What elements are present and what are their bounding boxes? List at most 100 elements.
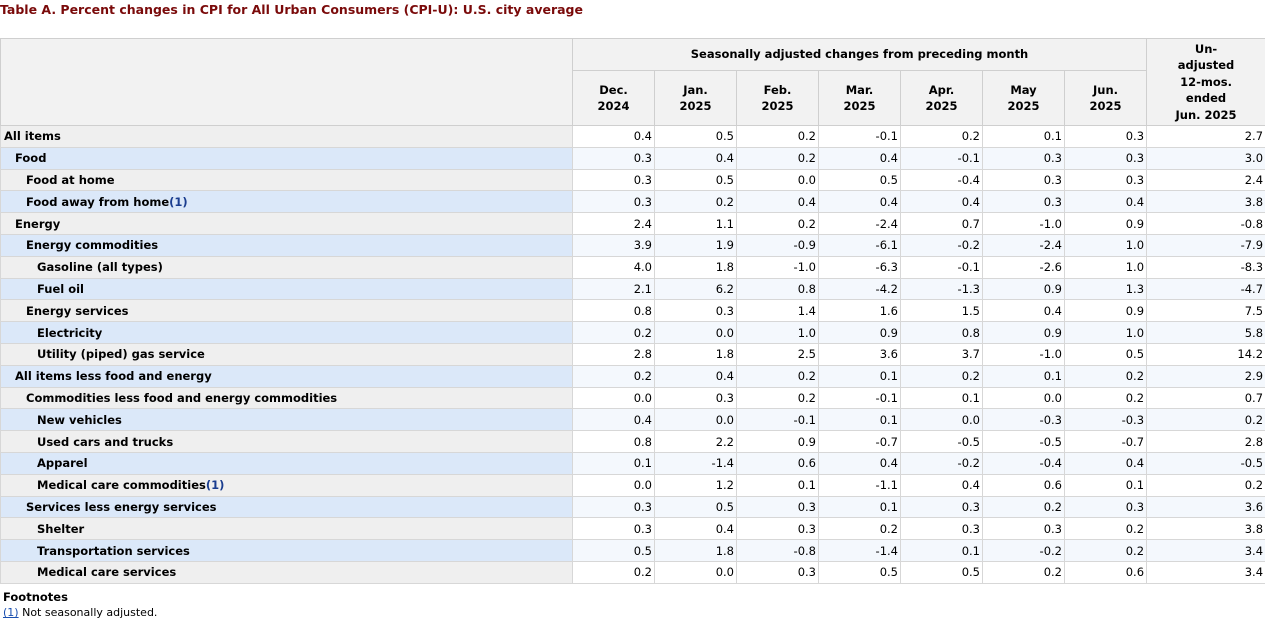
row-label: Food away from home(1) (0, 190, 573, 214)
monthly-change-cell: 0.2 (982, 560, 1065, 584)
table-row: Commodities less food and energy commodi… (0, 386, 1265, 410)
monthly-change-cell: 0.1 (818, 495, 901, 519)
table-row: Electricity 0.2 0.0 1.0 0.9 0.8 0.9 1.0 5.8 (0, 321, 1265, 344)
month-header: Jun. 2025 (1063, 70, 1148, 126)
monthly-change-cell: 0.3 (572, 517, 655, 541)
month-header-month: Apr. (928, 82, 955, 97)
table-row: Fuel oil 2.1 6.2 0.8 -4.2 -1.3 0.9 1.3 -4.7 (0, 277, 1265, 301)
row-label-text: Commodities less food and energy commodi… (26, 390, 338, 405)
monthly-change-cell: 1.4 (736, 299, 819, 323)
month-header: Mar. 2025 (818, 70, 901, 126)
monthly-change-cell: 0.4 (1063, 451, 1148, 475)
monthly-change-cell: 0.2 (818, 517, 901, 541)
row-label-text: All items (4, 129, 61, 144)
row-label: Apparel (0, 451, 573, 475)
table-row: Gasoline (all types) 4.0 1.8 -1.0 -6.3 -0.1 -2… (0, 255, 1265, 279)
month-header-month: Mar. (845, 82, 874, 97)
monthly-change-cell: 0.3 (982, 517, 1065, 541)
unadjusted-12mo-cell: 3.8 (1146, 190, 1265, 214)
monthly-change-cell: 0.8 (572, 430, 655, 453)
table-row: Energy 2.4 1.1 0.2 -2.4 0.7 -1.0 0.9 -0.8 (0, 212, 1265, 235)
monthly-change-cell: 2.4 (572, 212, 655, 235)
monthly-change-cell: -1.0 (982, 342, 1065, 366)
row-label: Medical care commodities(1) (0, 473, 573, 497)
monthly-change-cell: 0.3 (1063, 125, 1148, 148)
footnote-reference[interactable]: (1) (169, 195, 188, 209)
monthly-change-cell: -1.4 (818, 539, 901, 562)
monthly-change-cell: 0.6 (982, 473, 1065, 497)
monthly-change-cell: 0.4 (900, 473, 983, 497)
table-row: Apparel 0.1 -1.4 0.6 0.4 -0.2 -0.4 0.4 -0.5 (0, 451, 1265, 475)
table-row: Medical care services 0.2 0.0 0.3 0.5 0.5 0.2 0… (0, 560, 1265, 584)
monthly-change-cell: 0.1 (572, 451, 655, 475)
monthly-change-cell: -0.8 (736, 539, 819, 562)
monthly-change-cell: 2.1 (572, 277, 655, 301)
month-header-month: May (1010, 82, 1037, 97)
monthly-change-cell: 0.3 (572, 168, 655, 192)
monthly-change-cell: 0.1 (736, 473, 819, 497)
monthly-change-cell: 0.1 (818, 408, 901, 432)
cpi-table: Seasonally adjusted changes from precedi… (0, 38, 1265, 584)
footnote-reference[interactable]: (1) (206, 478, 225, 492)
month-header-year: 2024 (597, 99, 630, 113)
unadjusted-12mo-cell: 3.0 (1146, 146, 1265, 170)
monthly-change-cell: 0.2 (1063, 539, 1148, 562)
monthly-change-cell: -0.2 (900, 233, 983, 257)
row-label: Utility (piped) gas service (0, 342, 573, 366)
row-label: Services less energy services (0, 495, 573, 519)
row-label: Electricity (0, 321, 573, 344)
monthly-change-cell: 0.5 (818, 168, 901, 192)
row-label: Fuel oil (0, 277, 573, 301)
monthly-change-cell: 0.3 (736, 517, 819, 541)
monthly-change-cell: 0.9 (736, 430, 819, 453)
unadjusted-12mo-cell: 3.6 (1146, 495, 1265, 519)
monthly-change-cell: 0.3 (1063, 495, 1148, 519)
monthly-change-cell: 0.4 (818, 451, 901, 475)
table-body: All items 0.4 0.5 0.2 -0.1 0.2 0.1 0.3 2.7 Food 0.… (0, 125, 1265, 584)
table-row: Food at home 0.3 0.5 0.0 0.5 -0.4 0.3 0.3 2.4 (0, 168, 1265, 192)
monthly-change-cell: 0.9 (982, 321, 1065, 344)
monthly-change-cell: 1.8 (654, 255, 737, 279)
unadjusted-12mo-cell: 5.8 (1146, 321, 1265, 344)
row-label-text: Apparel (37, 456, 88, 471)
month-header-month: Jan. (683, 82, 708, 97)
monthly-change-cell: 1.8 (654, 539, 737, 562)
monthly-change-cell: 0.1 (1063, 473, 1148, 497)
monthly-change-cell: -0.3 (982, 408, 1065, 432)
monthly-change-cell: 0.3 (982, 190, 1065, 214)
monthly-change-cell: 0.2 (1063, 386, 1148, 410)
month-header: Jan. 2025 (654, 70, 737, 126)
monthly-change-cell: 0.4 (654, 146, 737, 170)
monthly-change-cell: 1.0 (1063, 255, 1148, 279)
monthly-change-cell: 0.4 (1063, 190, 1148, 214)
unadjusted-12mo-cell: 2.9 (1146, 364, 1265, 388)
monthly-change-cell: 0.4 (818, 190, 901, 214)
row-label: All items less food and energy (0, 364, 573, 388)
row-label-text: Energy services (26, 303, 129, 318)
monthly-change-cell: -1.0 (736, 255, 819, 279)
table-row: Food 0.3 0.4 0.2 0.4 -0.1 0.3 0.3 3.0 (0, 146, 1265, 170)
footnote-text: Not seasonally adjusted. (18, 606, 158, 619)
month-header: Feb. 2025 (736, 70, 819, 126)
row-label-text: Utility (piped) gas service (37, 347, 205, 362)
monthly-change-cell: 0.5 (818, 560, 901, 584)
row-label: Food at home (0, 168, 573, 192)
monthly-change-cell: 0.2 (736, 125, 819, 148)
row-label-header (0, 38, 573, 126)
monthly-change-cell: 0.6 (736, 451, 819, 475)
month-header-month: Jun. (1093, 82, 1119, 97)
row-label-text: Transportation services (37, 543, 190, 558)
monthly-change-cell: 0.4 (818, 146, 901, 170)
table-row: Used cars and trucks 0.8 2.2 0.9 -0.7 -0.5 -0.… (0, 430, 1265, 453)
monthly-change-cell: -4.2 (818, 277, 901, 301)
monthly-change-cell: 0.2 (982, 495, 1065, 519)
monthly-change-cell: -0.3 (1063, 408, 1148, 432)
monthly-change-cell: 0.9 (818, 321, 901, 344)
row-label: All items (0, 125, 573, 148)
monthly-change-cell: 0.3 (654, 299, 737, 323)
footnote-link[interactable]: (1) (3, 606, 19, 619)
row-label: New vehicles (0, 408, 573, 432)
monthly-change-cell: 0.3 (572, 190, 655, 214)
unadjusted-12mo-cell: 14.2 (1146, 342, 1265, 366)
unadjusted-12mo-cell: 3.4 (1146, 560, 1265, 584)
